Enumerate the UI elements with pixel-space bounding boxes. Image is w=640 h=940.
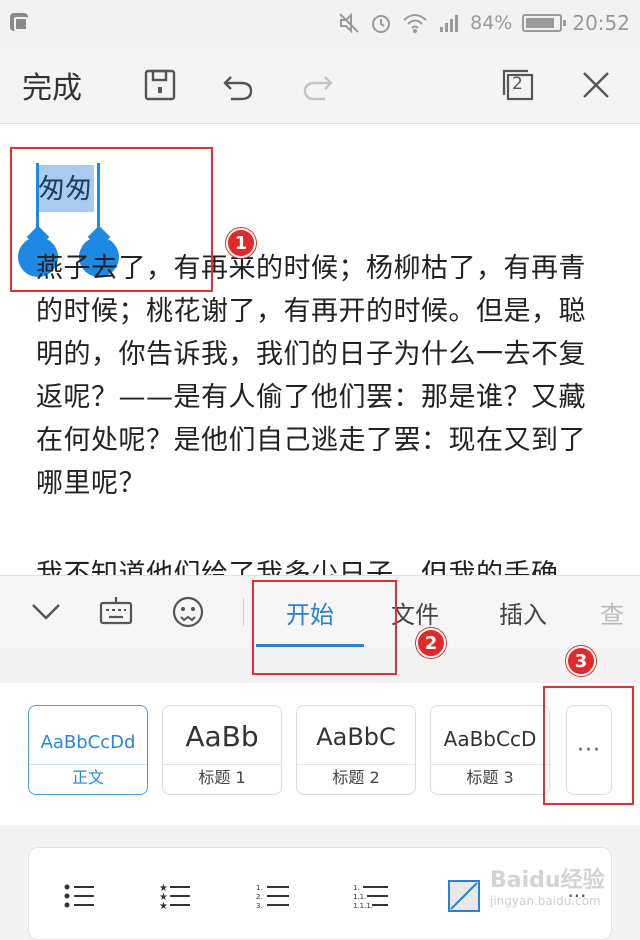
annotation-badge: 1 bbox=[226, 228, 256, 258]
close-icon[interactable] bbox=[576, 46, 616, 124]
watermark: Baidu经验 jingyan.baidu.com bbox=[490, 862, 605, 908]
page-count: 2 bbox=[512, 74, 523, 94]
status-icons: 84% 20:52 bbox=[338, 8, 630, 38]
svg-text:1.1.1.: 1.1.1. bbox=[353, 902, 373, 909]
no-list-icon[interactable] bbox=[441, 876, 487, 916]
editor-toolbar: 完成 2 bbox=[0, 46, 640, 124]
style-label: 标题 2 bbox=[297, 764, 415, 790]
bullet-list-icon[interactable] bbox=[59, 876, 99, 916]
style-label: 标题 1 bbox=[163, 764, 281, 790]
multilevel-list-icon[interactable]: 1. 1.1. 1.1.1. bbox=[351, 876, 391, 916]
alarm-icon bbox=[372, 15, 391, 33]
svg-text:1.: 1. bbox=[256, 884, 263, 892]
style-sample: AaBbCcDd bbox=[40, 732, 136, 753]
undo-icon[interactable] bbox=[218, 46, 258, 124]
app-screenshot-icon bbox=[10, 13, 28, 31]
pages-icon[interactable]: 2 bbox=[498, 46, 538, 124]
style-heading-1[interactable]: AaBb 标题 1 bbox=[162, 705, 282, 795]
style-heading-3[interactable]: AaBbCcD 标题 3 bbox=[430, 705, 550, 795]
star-bullet-list-icon[interactable]: ★ ★ ★ bbox=[155, 876, 195, 916]
svg-text:1.: 1. bbox=[353, 884, 360, 892]
watermark-brand: Baidu经验 bbox=[490, 868, 605, 893]
style-sample: AaBbCcD bbox=[443, 727, 537, 751]
style-label: 正文 bbox=[29, 764, 147, 790]
tab-separator bbox=[243, 598, 244, 626]
svg-text:2.: 2. bbox=[256, 893, 263, 901]
mute-icon bbox=[339, 12, 359, 34]
keyboard-icon[interactable] bbox=[96, 576, 136, 648]
annotation-box-selection bbox=[10, 147, 213, 292]
annotation-badge: 2 bbox=[416, 628, 446, 658]
tab-insert[interactable]: 插入 bbox=[486, 576, 560, 648]
annotation-badge: 3 bbox=[566, 646, 596, 676]
style-normal[interactable]: AaBbCcDd 正文 bbox=[28, 705, 148, 795]
battery-percent: 84% bbox=[470, 12, 513, 34]
svg-text:3.: 3. bbox=[256, 902, 263, 909]
style-heading-2[interactable]: AaBbC 标题 2 bbox=[296, 705, 416, 795]
wifi-icon bbox=[403, 14, 427, 33]
done-button[interactable]: 完成 bbox=[22, 46, 82, 124]
save-icon[interactable] bbox=[140, 46, 180, 124]
annotation-box-more bbox=[543, 686, 634, 805]
redo-icon[interactable] bbox=[298, 46, 338, 124]
style-label: 标题 3 bbox=[431, 764, 549, 790]
status-bar: 84% 20:52 bbox=[0, 0, 640, 46]
style-sample: AaBbC bbox=[316, 723, 396, 751]
style-sample: AaBb bbox=[185, 720, 259, 753]
emoji-icon[interactable] bbox=[166, 576, 210, 648]
svg-text:1.1.: 1.1. bbox=[353, 893, 366, 901]
clock: 20:52 bbox=[572, 11, 630, 35]
collapse-chevron-icon[interactable] bbox=[26, 576, 66, 648]
watermark-url: jingyan.baidu.com bbox=[490, 894, 601, 908]
numbered-list-icon[interactable]: 1. 2. 3. bbox=[253, 876, 293, 916]
signal-icon bbox=[440, 15, 459, 32]
battery-icon bbox=[522, 14, 567, 32]
svg-text:★: ★ bbox=[159, 901, 168, 909]
tab-review[interactable]: 查 bbox=[600, 576, 640, 648]
document-paragraph[interactable]: 我不知道他们给了我多少日子，但我的手确 bbox=[36, 553, 611, 575]
annotation-box-tab bbox=[252, 580, 397, 675]
